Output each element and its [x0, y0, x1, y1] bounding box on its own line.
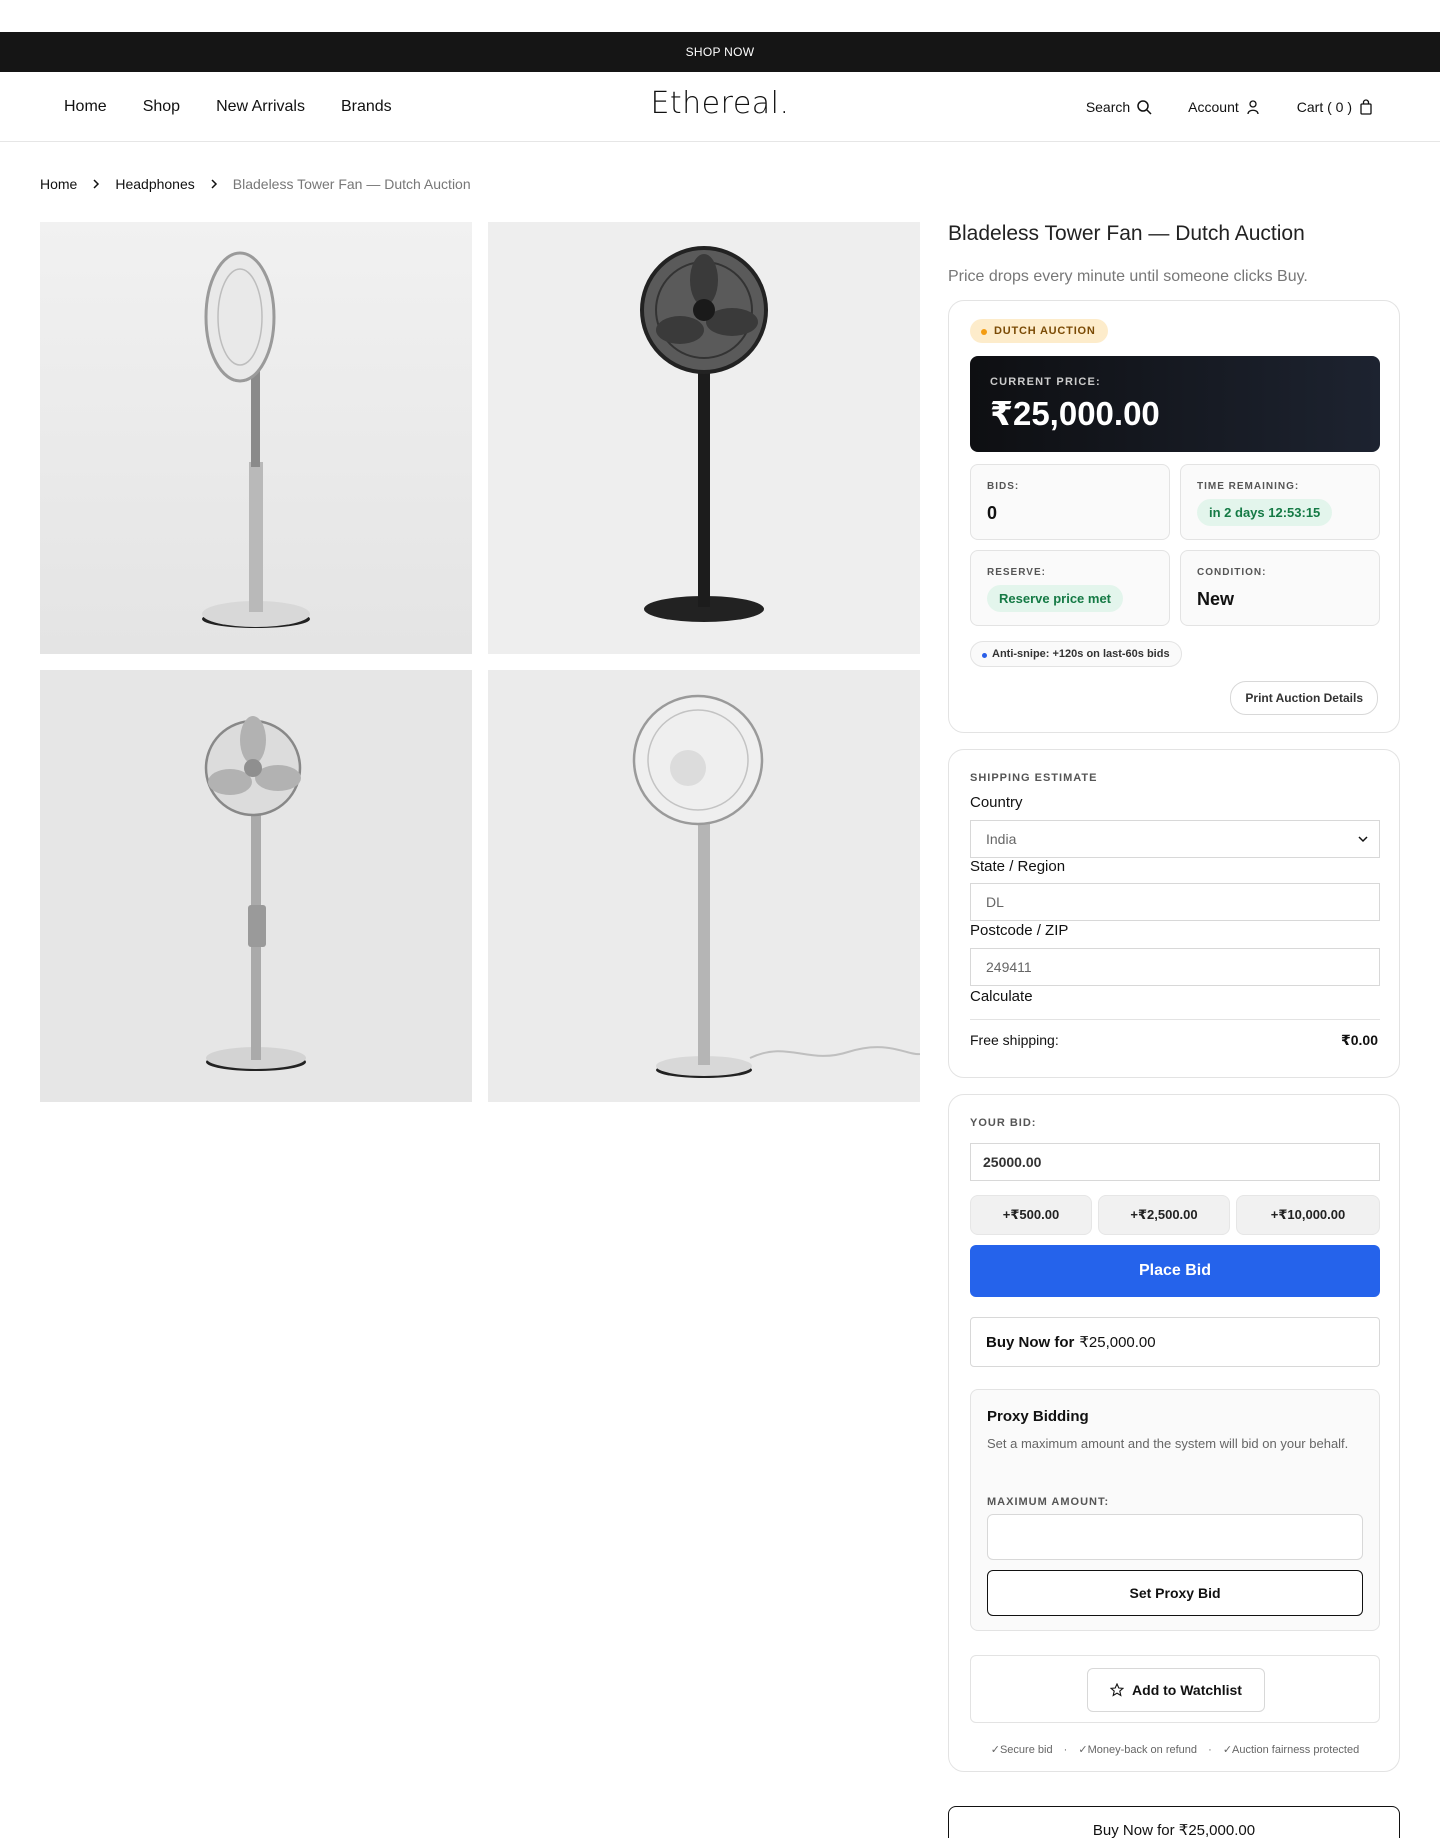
breadcrumb-home[interactable]: Home — [40, 176, 77, 192]
gallery-image-4[interactable] — [488, 670, 920, 1102]
increment-2500-button[interactable]: +₹2,500.00 — [1098, 1195, 1230, 1235]
proxy-bidding-description: Set a maximum amount and the system will… — [987, 1436, 1349, 1451]
country-label: Country — [970, 794, 1023, 811]
bids-label: BIDS: — [987, 481, 1020, 492]
chevron-right-icon — [211, 179, 217, 189]
bid-amount-value: 25000.00 — [983, 1154, 1042, 1170]
condition-tile: CONDITION: New — [1180, 550, 1380, 626]
bids-tile: BIDS: 0 — [970, 464, 1170, 540]
gallery-image-3[interactable] — [40, 670, 472, 1102]
separator: · — [1063, 1744, 1068, 1756]
cart-label: Cart ( 0 ) — [1296, 99, 1352, 115]
add-to-watchlist-button[interactable]: Add to Watchlist — [1087, 1668, 1265, 1712]
divider — [970, 1019, 1380, 1020]
reserve-tile: RESERVE: Reserve price met — [970, 550, 1170, 626]
bid-amount-input[interactable]: 25000.00 — [970, 1143, 1380, 1181]
product-image-silver-fan-cord — [488, 670, 920, 1102]
buy-now-button[interactable]: Buy Now for ₹25,000.00 — [970, 1317, 1380, 1367]
header-actions: Search Account Cart ( 0 ) — [1086, 72, 1374, 142]
separator: · — [1208, 1744, 1212, 1756]
product-subtitle: Price drops every minute until someone c… — [948, 268, 1308, 285]
your-bid-label: YOUR BID: — [970, 1117, 1037, 1129]
proxy-bidding-panel: Proxy Bidding Set a maximum amount and t… — [970, 1389, 1380, 1631]
country-selected-value: India — [986, 831, 1017, 847]
auction-type-badge: DUTCH AUCTION — [970, 319, 1108, 343]
gallery-image-2[interactable] — [488, 222, 920, 654]
breadcrumb-category[interactable]: Headphones — [115, 176, 194, 192]
place-bid-button[interactable]: Place Bid — [970, 1245, 1380, 1297]
add-to-watchlist-label: Add to Watchlist — [1132, 1682, 1242, 1698]
postcode-label: Postcode / ZIP — [970, 922, 1069, 939]
anti-snipe-text: Anti-snipe: +120s on last-60s bids — [992, 648, 1170, 660]
set-proxy-bid-button[interactable]: Set Proxy Bid — [987, 1570, 1363, 1616]
current-price-panel: CURRENT PRICE: ₹25,000.00 — [970, 356, 1380, 452]
product-image-black-fan-front — [488, 222, 920, 654]
calculate-shipping-button[interactable]: Calculate — [970, 988, 1033, 1005]
free-shipping-value: ₹0.00 — [1341, 1032, 1378, 1048]
postcode-placeholder: 249411 — [986, 959, 1032, 975]
condition-value: New — [1197, 589, 1235, 609]
search-icon — [1137, 100, 1152, 115]
account-button[interactable]: Account — [1188, 99, 1261, 115]
current-price-label: CURRENT PRICE: — [990, 376, 1101, 388]
print-auction-details-button[interactable]: Print Auction Details — [1230, 681, 1378, 715]
proxy-bidding-title: Proxy Bidding — [987, 1408, 1089, 1425]
breadcrumb-current: Bladeless Tower Fan — Dutch Auction — [232, 176, 471, 192]
postcode-input[interactable]: 249411 — [970, 948, 1380, 986]
sticky-buy-now-button[interactable]: Buy Now for ₹25,000.00 — [948, 1806, 1400, 1838]
anti-snipe-badge: Anti-snipe: +120s on last-60s bids — [970, 641, 1182, 667]
cart-button[interactable]: Cart ( 0 ) — [1297, 99, 1374, 115]
auction-card: DUTCH AUCTION CURRENT PRICE: ₹25,000.00 … — [948, 300, 1400, 733]
product-image-silver-fan-remote — [40, 670, 472, 1102]
watchlist-section: Add to Watchlist — [970, 1655, 1380, 1723]
info-dot-icon — [982, 653, 987, 658]
account-label: Account — [1188, 99, 1239, 115]
reserve-status: Reserve price met — [987, 585, 1124, 612]
current-price-value: ₹25,000.00 — [990, 395, 1160, 432]
state-placeholder: DL — [986, 894, 1004, 910]
time-remaining-value: in 2 days 12:53:15 — [1197, 499, 1333, 526]
condition-label: CONDITION: — [1197, 567, 1267, 578]
chevron-down-icon — [1358, 836, 1368, 843]
shipping-estimate-card: SHIPPING ESTIMATE Country India State / … — [948, 749, 1400, 1078]
product-image-silver-fan-side — [40, 222, 472, 654]
search-label: Search — [1085, 99, 1131, 115]
increment-500-button[interactable]: +₹500.00 — [970, 1195, 1092, 1235]
time-remaining-tile: TIME REMAINING: in 2 days 12:53:15 — [1180, 464, 1380, 540]
search-button[interactable]: Search — [1086, 99, 1152, 115]
auction-type-badge-label: DUTCH AUCTION — [994, 325, 1096, 337]
site-header: Home Shop New Arrivals Brands Ethereal. … — [0, 72, 1440, 142]
reserve-label: RESERVE: — [987, 567, 1046, 578]
shipping-title: SHIPPING ESTIMATE — [970, 772, 1098, 784]
trust-money-back: ✓Money-back on refund — [1078, 1744, 1198, 1756]
proxy-max-amount-input[interactable] — [987, 1514, 1363, 1560]
star-icon — [1110, 1683, 1125, 1697]
free-shipping-label: Free shipping: — [970, 1032, 1059, 1048]
country-select[interactable]: India — [970, 820, 1380, 858]
state-label: State / Region — [970, 858, 1066, 875]
promo-bar[interactable]: SHOP NOW — [0, 32, 1440, 72]
badge-dot-icon — [981, 329, 987, 335]
gallery-image-1[interactable] — [40, 222, 472, 654]
trust-secure-bid: ✓Secure bid — [990, 1744, 1053, 1756]
sticky-buy-now-label: Buy Now for ₹25,000.00 — [1092, 1822, 1256, 1838]
product-title: Bladeless Tower Fan — Dutch Auction — [948, 222, 1305, 245]
shopping-bag-icon — [1360, 99, 1372, 115]
buy-now-label: Buy Now for — [986, 1333, 1075, 1351]
time-remaining-label: TIME REMAINING: — [1197, 481, 1300, 492]
trust-fairness: ✓Auction fairness protected — [1222, 1744, 1360, 1756]
trust-badges: ✓Secure bid · ✓Money-back on refund · ✓A… — [970, 1743, 1380, 1756]
chevron-right-icon — [93, 179, 100, 189]
promo-text[interactable]: SHOP NOW — [686, 45, 755, 59]
buy-now-price: ₹25,000.00 — [1079, 1334, 1156, 1351]
increment-10000-button[interactable]: +₹10,000.00 — [1236, 1195, 1380, 1235]
proxy-max-amount-label: MAXIMUM AMOUNT: — [987, 1496, 1110, 1508]
breadcrumb: Home Headphones Bladeless Tower Fan — Du… — [40, 176, 471, 192]
user-icon — [1247, 100, 1259, 115]
bid-card: YOUR BID: 25000.00 +₹500.00 +₹2,500.00 +… — [948, 1094, 1400, 1772]
state-input[interactable]: DL — [970, 883, 1380, 921]
bids-value: 0 — [987, 503, 998, 523]
